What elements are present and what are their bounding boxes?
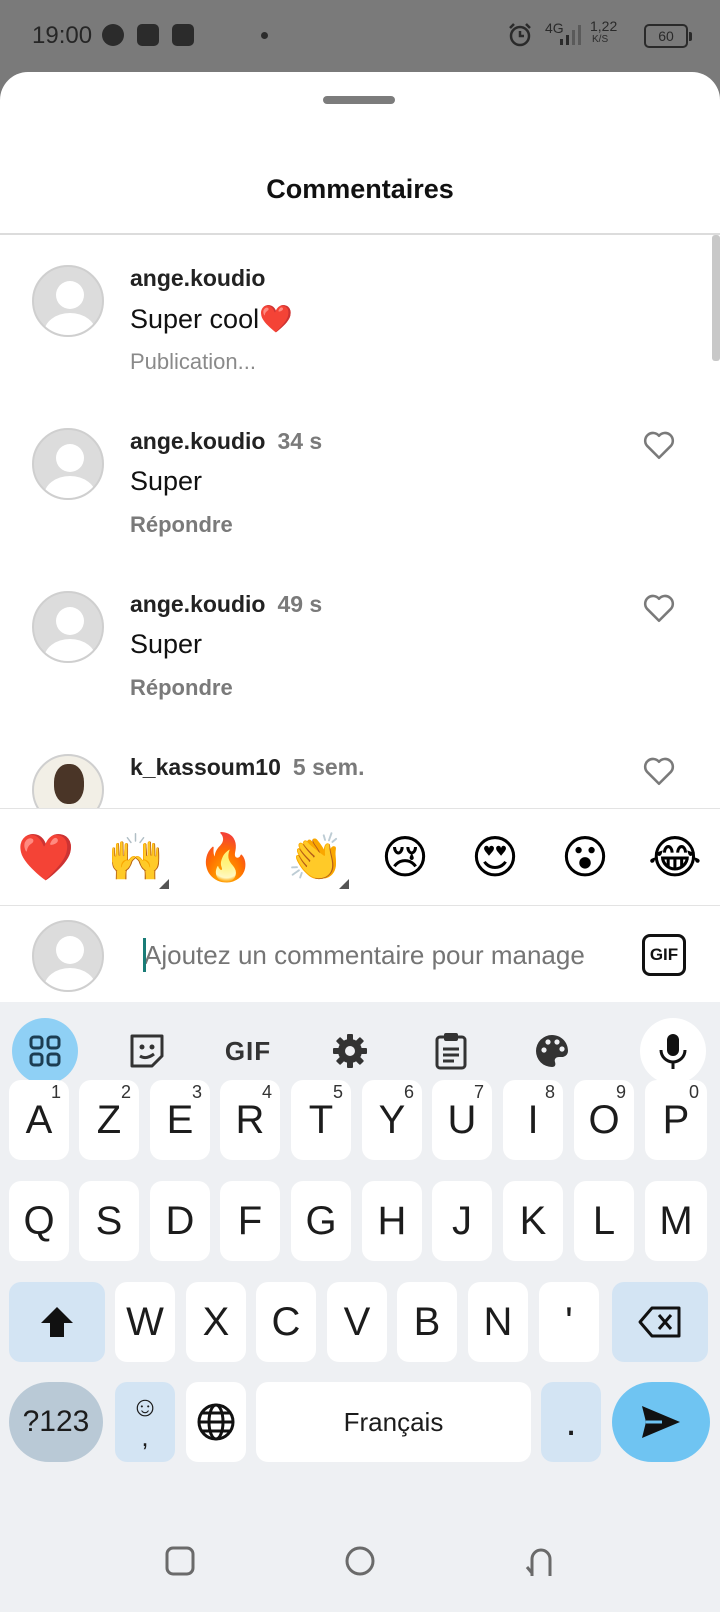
- key-u[interactable]: U7: [432, 1080, 492, 1160]
- comment-text: Super: [130, 466, 203, 496]
- key-z[interactable]: Z2: [79, 1080, 139, 1160]
- gif-keyboard-button[interactable]: GIF: [215, 1018, 281, 1084]
- comment-item: ange.koudio 49 s Super Répondre: [0, 561, 720, 721]
- emoji-raising-hands[interactable]: 🙌: [107, 829, 169, 889]
- emoji-crying[interactable]: 😢: [377, 829, 433, 885]
- sticker-icon[interactable]: [114, 1018, 180, 1084]
- emoji-heart-eyes[interactable]: 😍: [467, 829, 523, 885]
- comment-time: 34 s: [277, 428, 323, 454]
- comment-time: 5 sem.: [292, 754, 365, 780]
- emoji-clapping[interactable]: 👏: [287, 829, 349, 889]
- recent-apps-button[interactable]: [164, 1545, 196, 1577]
- key-e[interactable]: E3: [150, 1080, 210, 1160]
- text-cursor: [143, 938, 146, 972]
- gif-button[interactable]: GIF: [642, 934, 686, 976]
- key-s[interactable]: S: [79, 1181, 139, 1261]
- heart-icon[interactable]: [642, 428, 676, 462]
- signal-icon: [560, 25, 581, 45]
- keyboard: GIF A1 Z2 E3 R4 T5 Y6 U7 I8 O9 P0 Q S D …: [0, 1002, 720, 1612]
- avatar[interactable]: [32, 591, 104, 663]
- emoji-laughing[interactable]: 😂: [647, 829, 703, 885]
- current-user-avatar: [32, 920, 104, 992]
- status-bar: 19:00 4G 1,22 K/S 60: [0, 0, 720, 72]
- key-apostrophe[interactable]: ': [539, 1282, 599, 1362]
- key-b[interactable]: B: [397, 1282, 457, 1362]
- comment-time: 49 s: [277, 591, 323, 617]
- sheet-drag-handle[interactable]: [323, 96, 395, 104]
- home-button[interactable]: [344, 1545, 376, 1577]
- avatar[interactable]: [32, 265, 104, 337]
- clipboard-icon[interactable]: [418, 1018, 484, 1084]
- sheet-title: Commentaires: [266, 174, 454, 204]
- apps-grid-icon[interactable]: [12, 1018, 78, 1084]
- heart-icon[interactable]: [642, 591, 676, 625]
- android-notification-icon: [137, 24, 159, 46]
- alarm-icon: [509, 23, 531, 47]
- shift-key[interactable]: [9, 1282, 105, 1362]
- network-speed: 1,22: [590, 18, 618, 34]
- emoji-fire[interactable]: 🔥: [197, 829, 254, 885]
- key-q[interactable]: Q: [9, 1181, 69, 1261]
- comment-username[interactable]: ange.koudio: [130, 265, 265, 292]
- symbols-key[interactable]: ?123: [9, 1382, 103, 1462]
- comment-text: Super: [130, 629, 203, 659]
- key-d[interactable]: D: [150, 1181, 210, 1261]
- key-t[interactable]: T5: [291, 1080, 351, 1160]
- emoji-quick-bar: ❤️ 🙌 🔥 👏 😢 😍 😮 😂: [0, 808, 720, 906]
- key-w[interactable]: W: [115, 1282, 175, 1362]
- key-o[interactable]: O9: [574, 1080, 634, 1160]
- key-k[interactable]: K: [503, 1181, 563, 1261]
- comment-item: ange.koudio 34 s Super Répondre: [0, 398, 720, 558]
- back-button[interactable]: [524, 1545, 558, 1577]
- reply-button[interactable]: Répondre: [130, 675, 233, 701]
- key-c[interactable]: C: [256, 1282, 316, 1362]
- heart-icon[interactable]: [642, 754, 676, 788]
- key-m[interactable]: M: [645, 1181, 707, 1261]
- comment-username[interactable]: ange.koudio 34 s: [130, 428, 322, 455]
- key-r[interactable]: R4: [220, 1080, 280, 1160]
- reply-button[interactable]: Répondre: [130, 512, 233, 538]
- comment-username[interactable]: ange.koudio 49 s: [130, 591, 322, 618]
- key-a[interactable]: A1: [9, 1080, 69, 1160]
- key-n[interactable]: N: [468, 1282, 528, 1362]
- battery-indicator: 60: [644, 24, 692, 48]
- more-notifications-icon: [261, 32, 268, 39]
- comments-list[interactable]: ange.koudio Super cool❤️ Publication... …: [0, 235, 720, 880]
- period-key[interactable]: .: [541, 1382, 601, 1462]
- backspace-key[interactable]: [612, 1282, 708, 1362]
- key-h[interactable]: H: [362, 1181, 422, 1261]
- download-notification-icon: [102, 24, 124, 46]
- key-g[interactable]: G: [291, 1181, 351, 1261]
- key-v[interactable]: V: [327, 1282, 387, 1362]
- emoji-heart[interactable]: ❤️: [17, 829, 74, 885]
- microphone-icon[interactable]: [640, 1018, 706, 1084]
- app-notification-icon: [172, 24, 194, 46]
- key-j[interactable]: J: [432, 1181, 492, 1261]
- smiley-icon: ☺: [130, 1391, 160, 1422]
- network-speed-unit: K/S: [592, 34, 609, 45]
- comment-input[interactable]: [144, 936, 609, 974]
- emoji-key[interactable]: ☺ ,: [115, 1382, 175, 1462]
- key-i[interactable]: I8: [503, 1080, 563, 1160]
- key-f[interactable]: F: [220, 1181, 280, 1261]
- palette-icon[interactable]: [519, 1018, 585, 1084]
- send-key[interactable]: [612, 1382, 710, 1462]
- language-key[interactable]: [186, 1382, 246, 1462]
- key-l[interactable]: L: [574, 1181, 634, 1261]
- comment-username[interactable]: k_kassoum10 5 sem.: [130, 754, 365, 781]
- comment-item: ange.koudio Super cool❤️ Publication...: [0, 235, 720, 395]
- comment-text: Super cool❤️: [130, 304, 293, 334]
- key-y[interactable]: Y6: [362, 1080, 422, 1160]
- key-p[interactable]: P0: [645, 1080, 707, 1160]
- avatar[interactable]: [32, 428, 104, 500]
- key-x[interactable]: X: [186, 1282, 246, 1362]
- status-time: 19:00: [32, 22, 93, 49]
- comment-compose: GIF: [0, 906, 720, 1002]
- comma-label: ,: [141, 1422, 149, 1452]
- emoji-surprised[interactable]: 😮: [557, 829, 613, 885]
- settings-gear-icon[interactable]: [317, 1018, 383, 1084]
- comment-status: Publication...: [130, 349, 256, 374]
- space-bar[interactable]: Français: [256, 1382, 531, 1462]
